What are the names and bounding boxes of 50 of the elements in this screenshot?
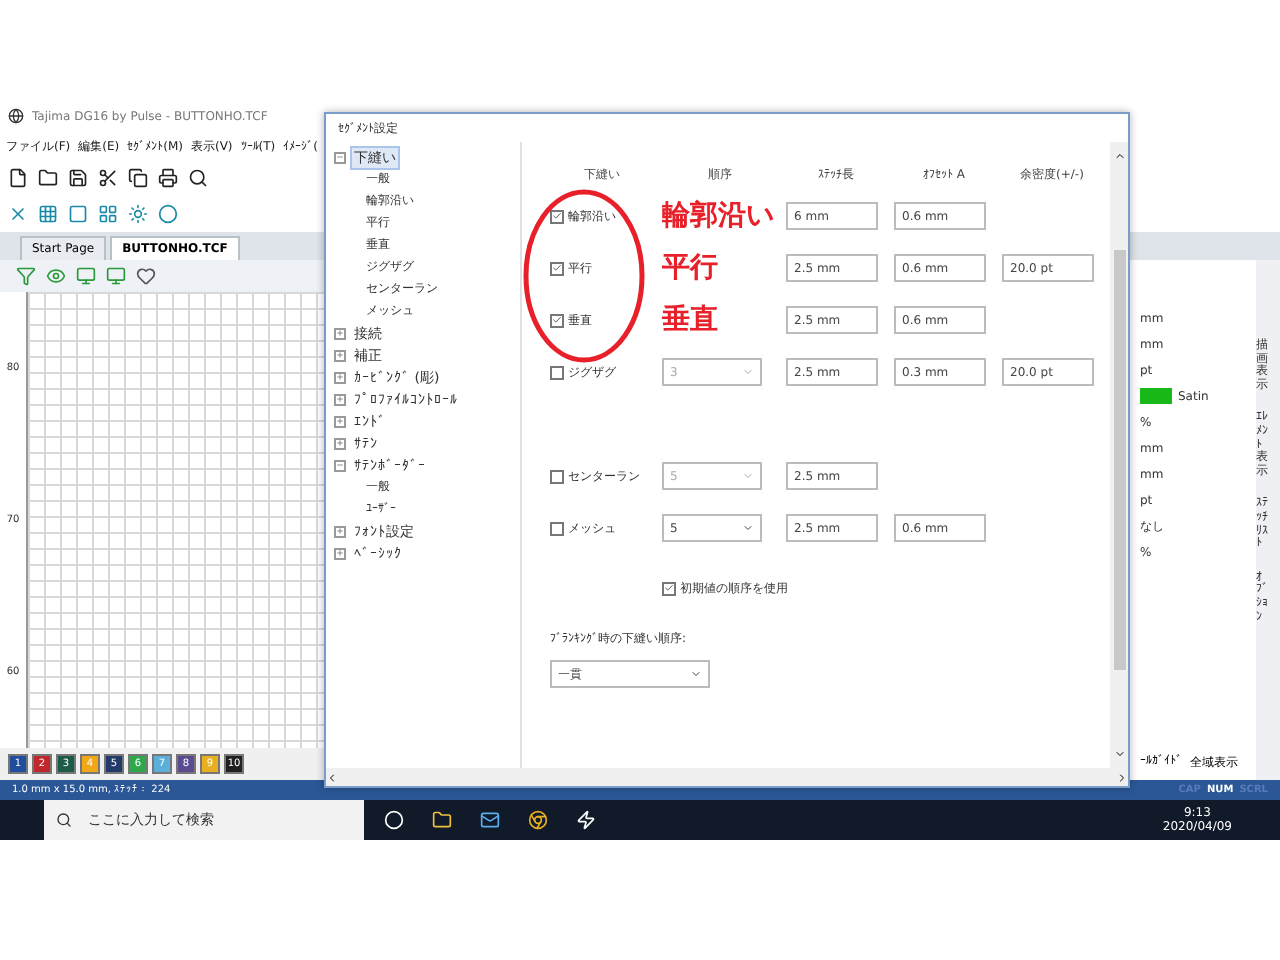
check-icon: [552, 314, 562, 326]
annotation-text: 平行: [662, 250, 718, 288]
app-logo-icon: [8, 108, 24, 124]
caret-icon: [742, 366, 754, 378]
mail-icon[interactable]: [480, 810, 500, 830]
copy-icon[interactable]: [128, 168, 148, 188]
monitor-icon[interactable]: [106, 266, 126, 286]
expander-icon[interactable]: [334, 547, 346, 559]
check-icon: [664, 582, 674, 594]
scroll-right-icon[interactable]: [1116, 771, 1128, 783]
caret-icon: [742, 522, 754, 534]
check-icon: [552, 210, 562, 222]
save-icon[interactable]: [68, 168, 88, 188]
grid-icon[interactable]: [38, 204, 58, 224]
heart-icon[interactable]: [136, 266, 156, 286]
expander-icon[interactable]: [334, 151, 346, 163]
expander-icon[interactable]: [334, 525, 346, 537]
new-file-icon[interactable]: [8, 168, 28, 188]
search-icon: [56, 812, 72, 828]
expander-icon[interactable]: [334, 349, 346, 361]
checkbox[interactable]: [550, 261, 564, 275]
expander-icon[interactable]: [334, 371, 346, 383]
print-icon[interactable]: [158, 168, 178, 188]
scroll-up-icon[interactable]: [1113, 150, 1125, 162]
annotation-text: 輪郭沿い: [662, 197, 774, 236]
browser-icon[interactable]: [528, 810, 548, 830]
folder-icon[interactable]: [38, 168, 58, 188]
search-icon[interactable]: [188, 168, 208, 188]
expander-icon[interactable]: [334, 437, 346, 449]
scroll-down-icon[interactable]: [1113, 748, 1125, 760]
square-icon[interactable]: [68, 204, 88, 224]
checkbox[interactable]: [550, 521, 564, 535]
checkbox[interactable]: [550, 313, 564, 327]
filter-icon[interactable]: [16, 266, 36, 286]
caret-icon: [690, 668, 702, 680]
expander-icon[interactable]: [334, 415, 346, 427]
checkbox[interactable]: [662, 581, 676, 595]
scroll-left-icon[interactable]: [326, 771, 338, 783]
expander-icon[interactable]: [334, 393, 346, 405]
expander-icon[interactable]: [334, 459, 346, 471]
monitor-icon[interactable]: [76, 266, 96, 286]
eye-icon[interactable]: [46, 266, 66, 286]
expander-icon[interactable]: [334, 327, 346, 339]
check-icon: [552, 262, 562, 274]
annotation-text: 垂直: [662, 302, 718, 340]
caret-icon: [742, 470, 754, 482]
checkbox[interactable]: [550, 209, 564, 223]
cut-icon[interactable]: [98, 168, 118, 188]
checkbox[interactable]: [550, 469, 564, 483]
checkbox[interactable]: [550, 365, 564, 379]
